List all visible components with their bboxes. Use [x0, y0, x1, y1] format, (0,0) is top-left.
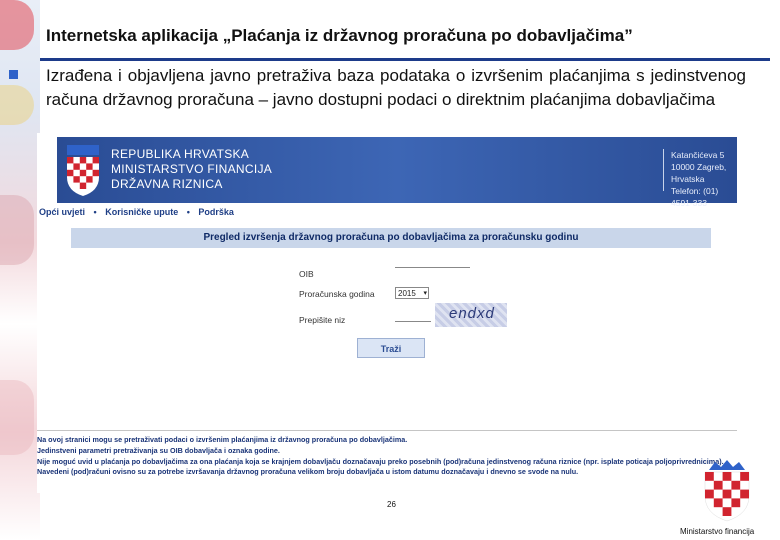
year-select-value: 2015 [398, 289, 416, 298]
decorative-shape [0, 380, 34, 455]
app-banner: REPUBLIKA HRVATSKA MINISTARSTVO FINANCIJ… [57, 137, 737, 208]
info-line: Navedeni (pod)računi ovisno su za potreb… [37, 467, 579, 477]
nav-separator: • [93, 207, 97, 217]
chevron-down-icon: ▾ [423, 290, 427, 297]
banner-line: MINISTARSTVO FINANCIJA [111, 162, 273, 176]
slide-title: Internetska aplikacija „Plaćanja iz drža… [46, 26, 633, 45]
search-panel-title: Pregled izvršenja državnog proračuna po … [71, 228, 711, 248]
oib-input[interactable] [395, 257, 470, 268]
captcha-label: Prepišite niz [299, 315, 346, 325]
page-number: 26 [387, 500, 396, 509]
banner-divider [663, 149, 664, 191]
captcha-input[interactable] [395, 309, 431, 322]
bullet-icon [9, 70, 18, 79]
banner-titles: REPUBLIKA HRVATSKA MINISTARSTVO FINANCIJ… [111, 147, 272, 192]
nav-link-support[interactable]: Podrška [198, 207, 234, 217]
bullet-text: Izrađena i objavljena javno pretraživa b… [46, 66, 746, 109]
top-nav: Opći uvjeti • Korisničke upute • Podrška [39, 207, 234, 217]
title-divider [40, 58, 770, 61]
info-line: Na ovoj stranici mogu se pretraživati po… [37, 435, 408, 444]
search-button[interactable]: Traži [357, 338, 425, 358]
nav-link-terms[interactable]: Opći uvjeti [39, 207, 85, 217]
ministry-crest-logo-icon [704, 460, 750, 522]
nav-separator: • [186, 207, 190, 217]
nav-link-user-guide[interactable]: Korisničke upute [105, 207, 178, 217]
address-line: 10000 Zagreb, Hrvatska [671, 162, 727, 184]
info-line: Nije moguć uvid u plaćanja po dobavljači… [37, 456, 724, 466]
croatia-crest-icon [67, 145, 99, 196]
info-line: Jedinstveni parametri pretraživanja su O… [37, 445, 280, 455]
year-select[interactable]: 2015 ▾ [395, 287, 429, 299]
decorative-shape [0, 85, 34, 125]
banner-line: DRŽAVNA RIZNICA [111, 177, 223, 191]
year-label: Proračunska godina [299, 289, 375, 299]
info-text-block: Na ovoj stranici mogu se pretraživati po… [37, 435, 737, 478]
embedded-screenshot: REPUBLIKA HRVATSKA MINISTARSTVO FINANCIJ… [37, 133, 737, 493]
banner-address: Katančićeva 5 10000 Zagreb, Hrvatska Tel… [671, 149, 737, 209]
decorative-shape [0, 0, 34, 50]
logo-caption: Ministarstvo financija [680, 527, 755, 536]
address-line: Katančićeva 5 [671, 150, 725, 160]
captcha-text: endxd [449, 305, 495, 322]
decorative-side-strip [0, 0, 40, 540]
oib-label: OIB [299, 269, 314, 279]
address-line: Telefon: (01) 4591-333 [671, 186, 719, 208]
decorative-shape [0, 195, 34, 265]
banner-line: REPUBLIKA HRVATSKA [111, 147, 250, 161]
captcha-image: endxd [435, 303, 507, 327]
info-divider [37, 430, 737, 431]
